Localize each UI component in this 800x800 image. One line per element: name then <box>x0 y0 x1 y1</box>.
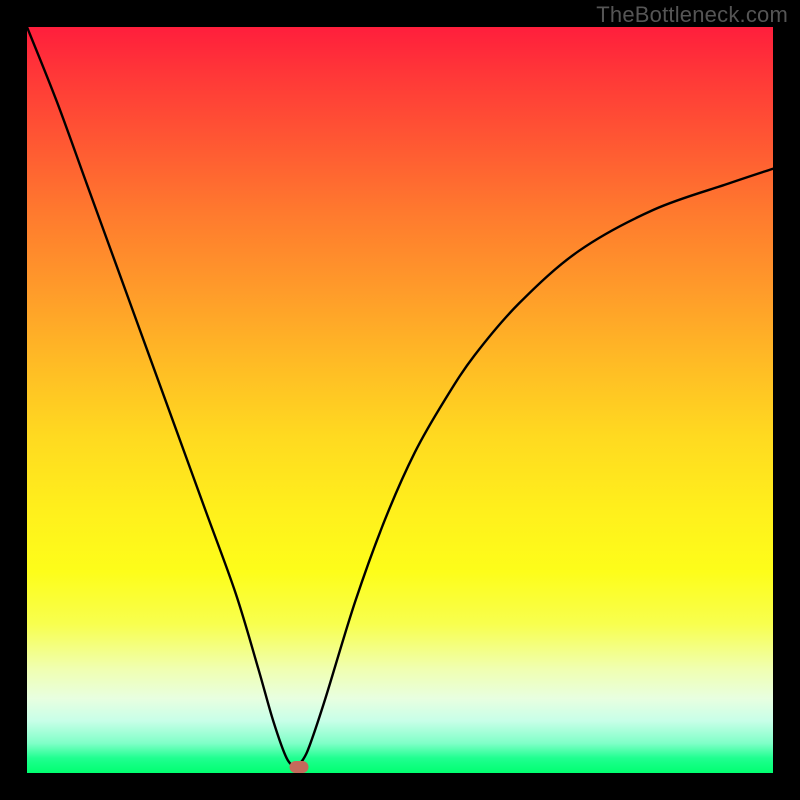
chart-frame: TheBottleneck.com <box>0 0 800 800</box>
bottleneck-curve <box>27 27 773 766</box>
plot-area <box>27 27 773 773</box>
watermark-text: TheBottleneck.com <box>596 2 788 28</box>
optimum-marker <box>290 761 309 773</box>
curve-svg <box>27 27 773 773</box>
